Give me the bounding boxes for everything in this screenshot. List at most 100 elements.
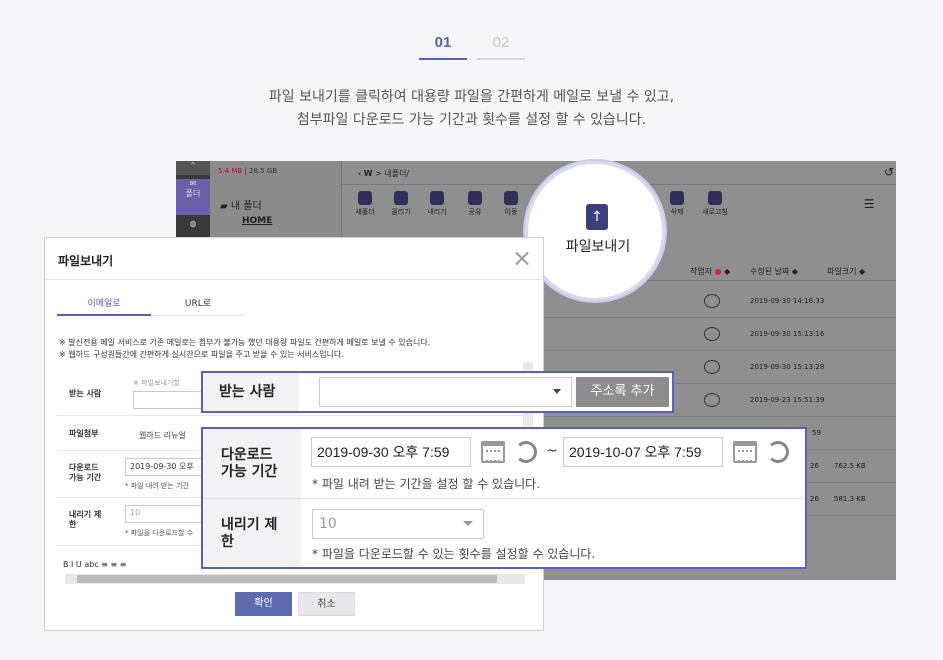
move-button[interactable]: 이동 — [494, 191, 528, 217]
download-start-input[interactable]: 2019-09-30 오후 — [125, 458, 205, 476]
new-folder-button[interactable]: 새폴더 — [348, 191, 382, 217]
intro-line-1: 파일 보내기를 클릭하여 대용량 파일을 간편하게 메일로 보낼 수 있고, — [268, 89, 675, 105]
refresh-button[interactable]: 새로고침 — [698, 191, 732, 217]
step-tab-02[interactable]: 02 — [477, 34, 525, 60]
send-file-icon: ↑ — [586, 204, 608, 230]
nav-folder[interactable]: ✉ 폴더 — [176, 179, 210, 215]
delete-button[interactable]: 삭제 — [660, 191, 694, 217]
upload-cloud-icon — [394, 191, 408, 205]
download-period-hint: * 파일 내려 받는 기간을 설정 할 수 있습니다. — [312, 477, 541, 491]
home-folder-link[interactable]: HOME — [242, 216, 272, 226]
limit-label-line2: 한 — [69, 520, 77, 529]
delete-label: 삭제 — [670, 208, 684, 216]
column-size-label: 파일크기 — [827, 267, 857, 276]
row-date: 2019-09-30 15:13:28 — [750, 363, 825, 371]
zoom-limit-label-line1: 내리기 제 — [221, 517, 278, 533]
recipient-input[interactable] — [133, 391, 203, 409]
reset-icon[interactable] — [515, 441, 537, 463]
list-view-icon[interactable]: ☰ — [852, 197, 886, 211]
dialog-title: 파일보내기 — [58, 254, 114, 268]
tab-email[interactable]: 이메일로 — [57, 296, 151, 316]
share-icon — [468, 191, 482, 205]
limit-label-line1: 내리기 제 — [69, 510, 102, 519]
help-icon: ● — [714, 267, 722, 276]
download-label: 내리기 — [427, 208, 447, 216]
download-start-datetime[interactable]: 2019-09-30 오후 7:59 — [311, 437, 471, 467]
column-modified-label: 수정된 날짜 — [750, 267, 790, 276]
download-limit-hint: * 파일을 다운로드할 수 있는 횟수를 설정할 수 있습니다. — [312, 547, 596, 561]
download-count-value: 10 — [319, 516, 337, 532]
calendar-icon[interactable] — [733, 441, 757, 463]
download-hint: * 파일 내려 받는 기간 — [125, 482, 189, 490]
column-modified[interactable]: 수정된 날짜 ◆ — [750, 266, 798, 277]
trash-icon — [670, 191, 684, 205]
chevron-down-icon — [553, 389, 561, 394]
zoom-limit-label-line2: 한 — [221, 534, 234, 550]
reset-icon[interactable] — [767, 441, 789, 463]
user-icon — [704, 327, 720, 341]
refresh-label: 새로고침 — [702, 208, 728, 216]
move-label: 이동 — [504, 208, 518, 216]
my-folder-item[interactable]: ▰ 내 폴더 — [220, 197, 262, 212]
attach-file-name: 웹하드 리뉴얼 — [139, 431, 186, 440]
history-icon[interactable]: ↺ — [872, 165, 896, 179]
upload-button[interactable]: 올리기 — [384, 191, 418, 217]
zoom-download-label: 다운로드 가능 기간 — [203, 429, 301, 498]
row-date: 2019-09-30 15:13:16 — [750, 330, 825, 338]
share-label: 공유 — [468, 208, 482, 216]
share-button[interactable]: 공유 — [458, 191, 492, 217]
collapse-icon[interactable]: ⌃ — [176, 161, 210, 175]
intro-line-2: 첨부파일 다운로드 가능 기간과 횟수를 설정 할 수 있습니다. — [296, 112, 647, 128]
add-address-book-button[interactable]: 주소록 추가 — [576, 377, 669, 407]
row-size: 581.3 KB — [834, 495, 866, 503]
recipient-zoom-panel: 받는 사람 주소록 추가 — [201, 371, 674, 413]
download-settings-zoom-panel: 다운로드 가능 기간 2019-09-30 오후 7:59 ~ 2019-10-0… — [201, 427, 807, 569]
dialog-divider — [45, 279, 545, 280]
download-button[interactable]: 내리기 — [420, 191, 454, 217]
chevron-left-icon[interactable]: ‹ — [358, 169, 361, 178]
cancel-button[interactable]: 취소 — [298, 592, 355, 616]
row-date: 2019-09-30 14:16:33 — [750, 297, 825, 305]
download-period-label: 다운로드 가능 기간 — [69, 463, 101, 483]
download-end-datetime[interactable]: 2019-10-07 오후 7:59 — [563, 437, 723, 467]
send-file-button[interactable]: 파일보내기 — [528, 236, 662, 256]
attach-label: 파일첨부 — [69, 429, 99, 438]
download-count-select[interactable]: 10 — [312, 509, 484, 539]
zoom-download-label-line2: 가능 기간 — [221, 464, 278, 480]
row-date: 59 — [812, 429, 821, 437]
editor-toolbar[interactable]: B I U abc ≡ ≡ ≡ — [63, 560, 126, 569]
download-label-line1: 다운로드 — [69, 463, 99, 472]
recipient-label: 받는 사람 — [69, 389, 102, 398]
row-date: 26 — [810, 495, 819, 503]
horizontal-scrollbar[interactable] — [65, 574, 525, 584]
download-limit-select[interactable]: 10 — [125, 505, 205, 523]
recipient-zoom-label: 받는 사람 — [203, 373, 299, 411]
zoom-limit-label: 내리기 제한 — [203, 499, 301, 567]
row-date: 26 — [810, 462, 819, 470]
user-icon — [704, 393, 720, 407]
step-tab-01[interactable]: 01 — [419, 34, 467, 60]
new-folder-icon — [358, 191, 372, 205]
close-icon[interactable]: × — [511, 246, 533, 270]
row-date: 2019-09-23 15:51:39 — [750, 396, 825, 404]
column-size[interactable]: 파일크기 ◆ — [827, 266, 865, 277]
zoom-download-label-line1: 다운로드 — [221, 447, 273, 463]
row-size: 762.5 KB — [834, 462, 866, 470]
user-icon — [704, 294, 720, 308]
limit-hint: * 파일을 다운로드할 수 — [125, 529, 194, 537]
tab-url[interactable]: URL로 — [151, 296, 245, 316]
storage-total: 28.5 GB — [249, 167, 278, 175]
notice-line-1: ※ 발신전용 메일 서비스로 기존 메일로는 첨부가 불가능 했던 대용량 파일… — [59, 338, 431, 347]
calendar-icon[interactable] — [481, 441, 505, 463]
refresh-icon — [708, 191, 722, 205]
ok-button[interactable]: 확인 — [235, 592, 292, 616]
user-icon — [704, 360, 720, 374]
column-author[interactable]: 작업자 ● ◆ — [690, 266, 730, 277]
download-cloud-icon — [430, 191, 444, 205]
download-limit-label: 내리기 제한 — [69, 510, 101, 530]
scrollbar-thumb[interactable] — [77, 575, 497, 583]
storage-usage: 5.4 MB | 28.5 GB — [218, 167, 278, 175]
recipient-select[interactable] — [319, 377, 572, 407]
mail-icon: ✉ — [189, 179, 197, 188]
move-icon — [504, 191, 518, 205]
